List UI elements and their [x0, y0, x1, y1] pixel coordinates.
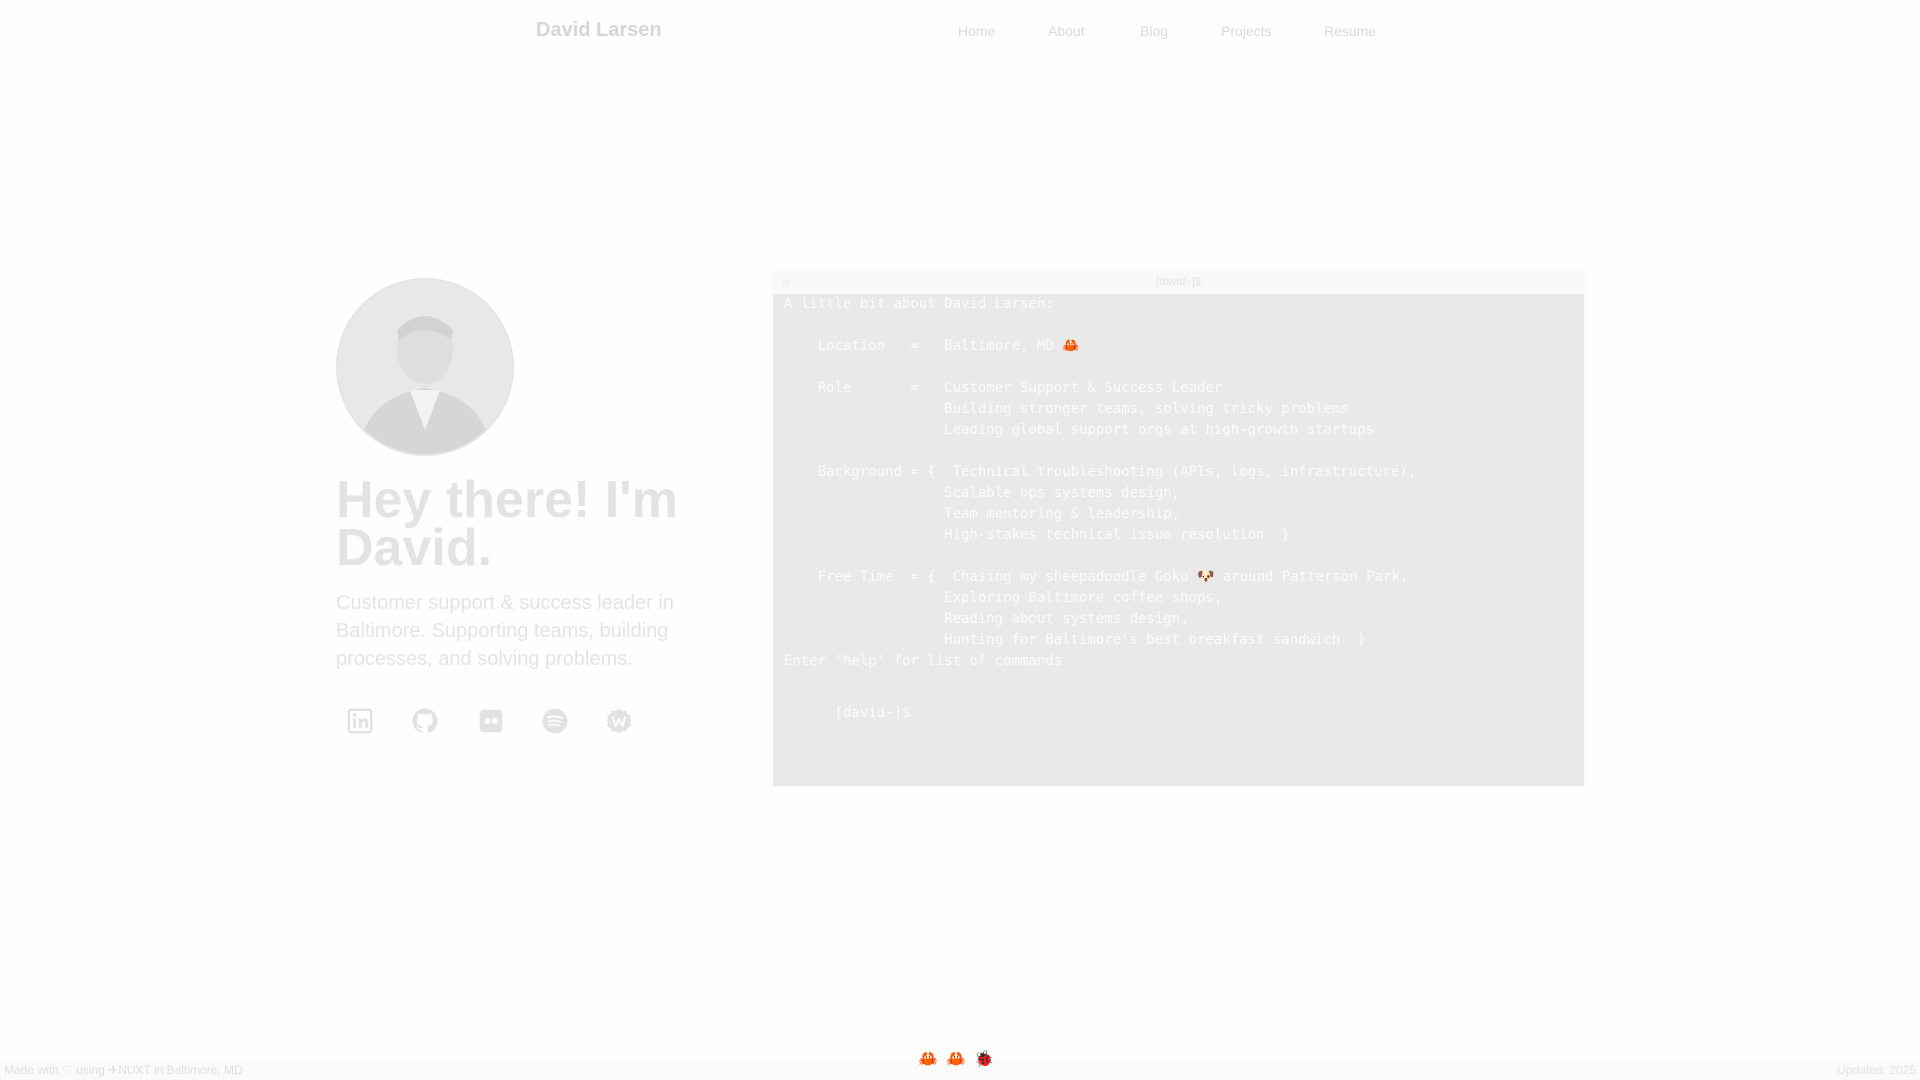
nav-home[interactable]: Home	[958, 23, 995, 39]
terminal-input[interactable]	[834, 726, 1435, 742]
terminal-line: A little bit about David Larsen:	[784, 296, 1054, 312]
terminal-help-text: Enter 'help' for list of commands	[784, 653, 1063, 669]
terminal-line: Background = { Technical troubleshooting…	[784, 464, 1417, 480]
terminal-line: Hunting for Baltimore's best breakfast s…	[784, 632, 1366, 648]
footer-crab-emojis: 🦀🦀🐞	[918, 1051, 1002, 1068]
site-brand[interactable]: David Larsen	[536, 19, 662, 42]
wordpress-icon[interactable]	[602, 704, 636, 738]
terminal-line: Leading global support orgs at high-grow…	[784, 422, 1375, 438]
nav-blog[interactable]: Blog	[1140, 23, 1168, 39]
linkedin-icon[interactable]	[343, 704, 377, 738]
terminal-title: [david~]$	[1156, 276, 1201, 288]
terminal-output: A little bit about David Larsen: Locatio…	[784, 294, 1574, 742]
top-navigation: David Larsen Home About Blog Projects Re…	[0, 0, 1920, 64]
terminal-line: Team mentoring & leadership,	[784, 506, 1181, 522]
avatar-portrait	[338, 280, 512, 454]
nav-resume[interactable]: Resume	[1324, 23, 1376, 39]
github-icon[interactable]	[408, 704, 442, 738]
terminal-window[interactable]: [david~]$ A little bit about David Larse…	[773, 272, 1584, 786]
nav-projects[interactable]: Projects	[1221, 23, 1272, 39]
terminal-prompt: [david~]$	[834, 705, 911, 721]
hero-title: Hey there! I'm David.	[336, 471, 678, 577]
profile-avatar	[336, 278, 514, 456]
terminal-line: High-stakes technical issue resolution }	[784, 527, 1290, 543]
terminal-titlebar: [david~]$	[773, 272, 1584, 294]
terminal-line: Building stronger teams, solving tricky …	[784, 401, 1349, 417]
flickr-icon[interactable]	[474, 704, 508, 738]
terminal-line: Location = Baltimore, MD 🦀	[784, 338, 1080, 354]
terminal-line: Free Time = { Chasing my sheepadoodle Go…	[784, 569, 1409, 585]
terminal-line: Exploring Baltimore coffee shops,	[784, 590, 1223, 606]
nav-about[interactable]: About	[1048, 23, 1085, 39]
terminal-line: Scalable ops systems design,	[784, 485, 1181, 501]
terminal-line: Role = Customer Support & Success Leader	[784, 380, 1223, 396]
terminal-prompt-row: [david~]$	[784, 682, 1574, 742]
hero-subtitle: Customer support & success leader in Bal…	[336, 592, 674, 670]
spotify-icon[interactable]	[538, 704, 572, 738]
terminal-line: Reading about systems design,	[784, 611, 1189, 627]
